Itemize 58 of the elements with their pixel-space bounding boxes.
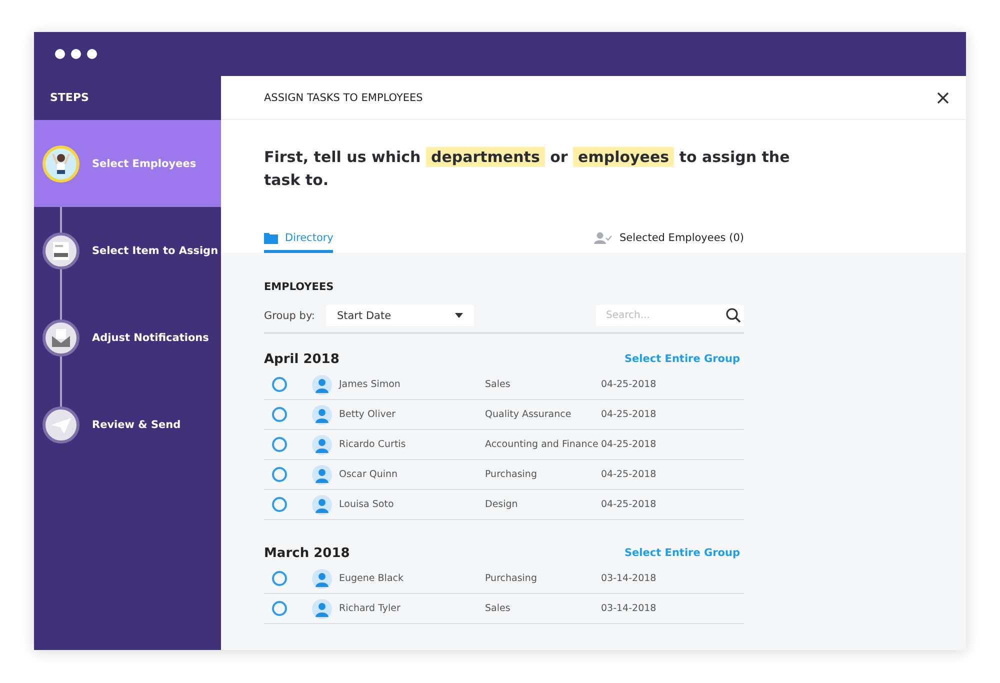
avatar-icon bbox=[312, 494, 332, 514]
department-cell-text: Accounting and Finance bbox=[485, 439, 600, 450]
avatar-icon bbox=[312, 464, 332, 484]
avatar-icon bbox=[312, 434, 332, 454]
radio-button[interactable] bbox=[272, 377, 287, 392]
avatar-icon bbox=[312, 568, 332, 588]
radio-button[interactable] bbox=[272, 467, 287, 482]
instruction-heading: First, tell us which departments or employees to assign the task to. bbox=[264, 146, 791, 191]
form-step-icon bbox=[42, 232, 80, 270]
step-item[interactable]: Select Item to Assign bbox=[34, 207, 221, 294]
search-icon bbox=[726, 308, 741, 323]
employee-name: Betty Oliver bbox=[339, 409, 397, 420]
department-cell-text: Quality Assurance bbox=[485, 409, 572, 420]
radio-button[interactable] bbox=[272, 497, 287, 512]
date-cell: 04-25-2018 bbox=[601, 469, 656, 480]
radio-button[interactable] bbox=[272, 437, 287, 452]
employee-name: James Simon bbox=[339, 379, 402, 390]
group-by-label: Group by: bbox=[264, 310, 315, 322]
avatar-icon bbox=[312, 404, 332, 424]
department-cell-text: Purchasing bbox=[485, 573, 538, 584]
department-cell-text: Design bbox=[485, 499, 519, 510]
date-cell: 04-25-2018 bbox=[601, 499, 656, 510]
paper-plane-icon bbox=[42, 406, 80, 444]
employee-name: Eugene Black bbox=[339, 573, 404, 584]
group-by-dropdown[interactable]: Start Date bbox=[326, 305, 474, 326]
date-cell: 04-25-2018 bbox=[601, 409, 656, 420]
folder-icon bbox=[264, 232, 278, 244]
date-cell: 04-25-2018 bbox=[601, 439, 656, 450]
employee-name: Louisa Soto bbox=[339, 499, 395, 510]
panel-title: ASSIGN TASKS TO EMPLOYEES bbox=[264, 92, 423, 104]
department-cell-text: Purchasing bbox=[485, 469, 538, 480]
close-icon[interactable] bbox=[937, 92, 949, 104]
person-step-icon bbox=[42, 144, 80, 182]
avatar-icon bbox=[312, 374, 332, 394]
radio-button[interactable] bbox=[272, 407, 287, 422]
group-title: April 2018 bbox=[264, 352, 340, 366]
employee-name: Oscar Quinn bbox=[339, 469, 399, 480]
sidebar-title: STEPS bbox=[49, 90, 90, 106]
window-dots-icon bbox=[54, 48, 98, 60]
department-cell-text: Sales bbox=[485, 379, 512, 390]
date-cell: 03-14-2018 bbox=[601, 573, 656, 584]
department-cell-text: Sales bbox=[485, 603, 512, 614]
radio-button[interactable] bbox=[272, 601, 287, 616]
avatar-icon bbox=[312, 598, 332, 618]
date-cell: 04-25-2018 bbox=[601, 379, 656, 390]
caret-icon bbox=[454, 313, 463, 318]
step-item[interactable]: Review & Send bbox=[34, 381, 221, 468]
envelope-step-icon bbox=[42, 318, 80, 356]
search-field[interactable]: Search... bbox=[596, 305, 744, 326]
tab[interactable]: Selected Employees (0) bbox=[594, 232, 744, 253]
employee-name: Ricardo Curtis bbox=[339, 439, 407, 450]
group-title: March 2018 bbox=[264, 546, 350, 560]
radio-button[interactable] bbox=[272, 571, 287, 586]
step-item[interactable]: Adjust Notifications bbox=[34, 294, 221, 381]
employee-name: Richard Tyler bbox=[339, 603, 402, 614]
section-title: EMPLOYEES bbox=[264, 281, 335, 293]
date-cell: 03-14-2018 bbox=[601, 603, 656, 614]
person-check-icon bbox=[594, 232, 612, 244]
